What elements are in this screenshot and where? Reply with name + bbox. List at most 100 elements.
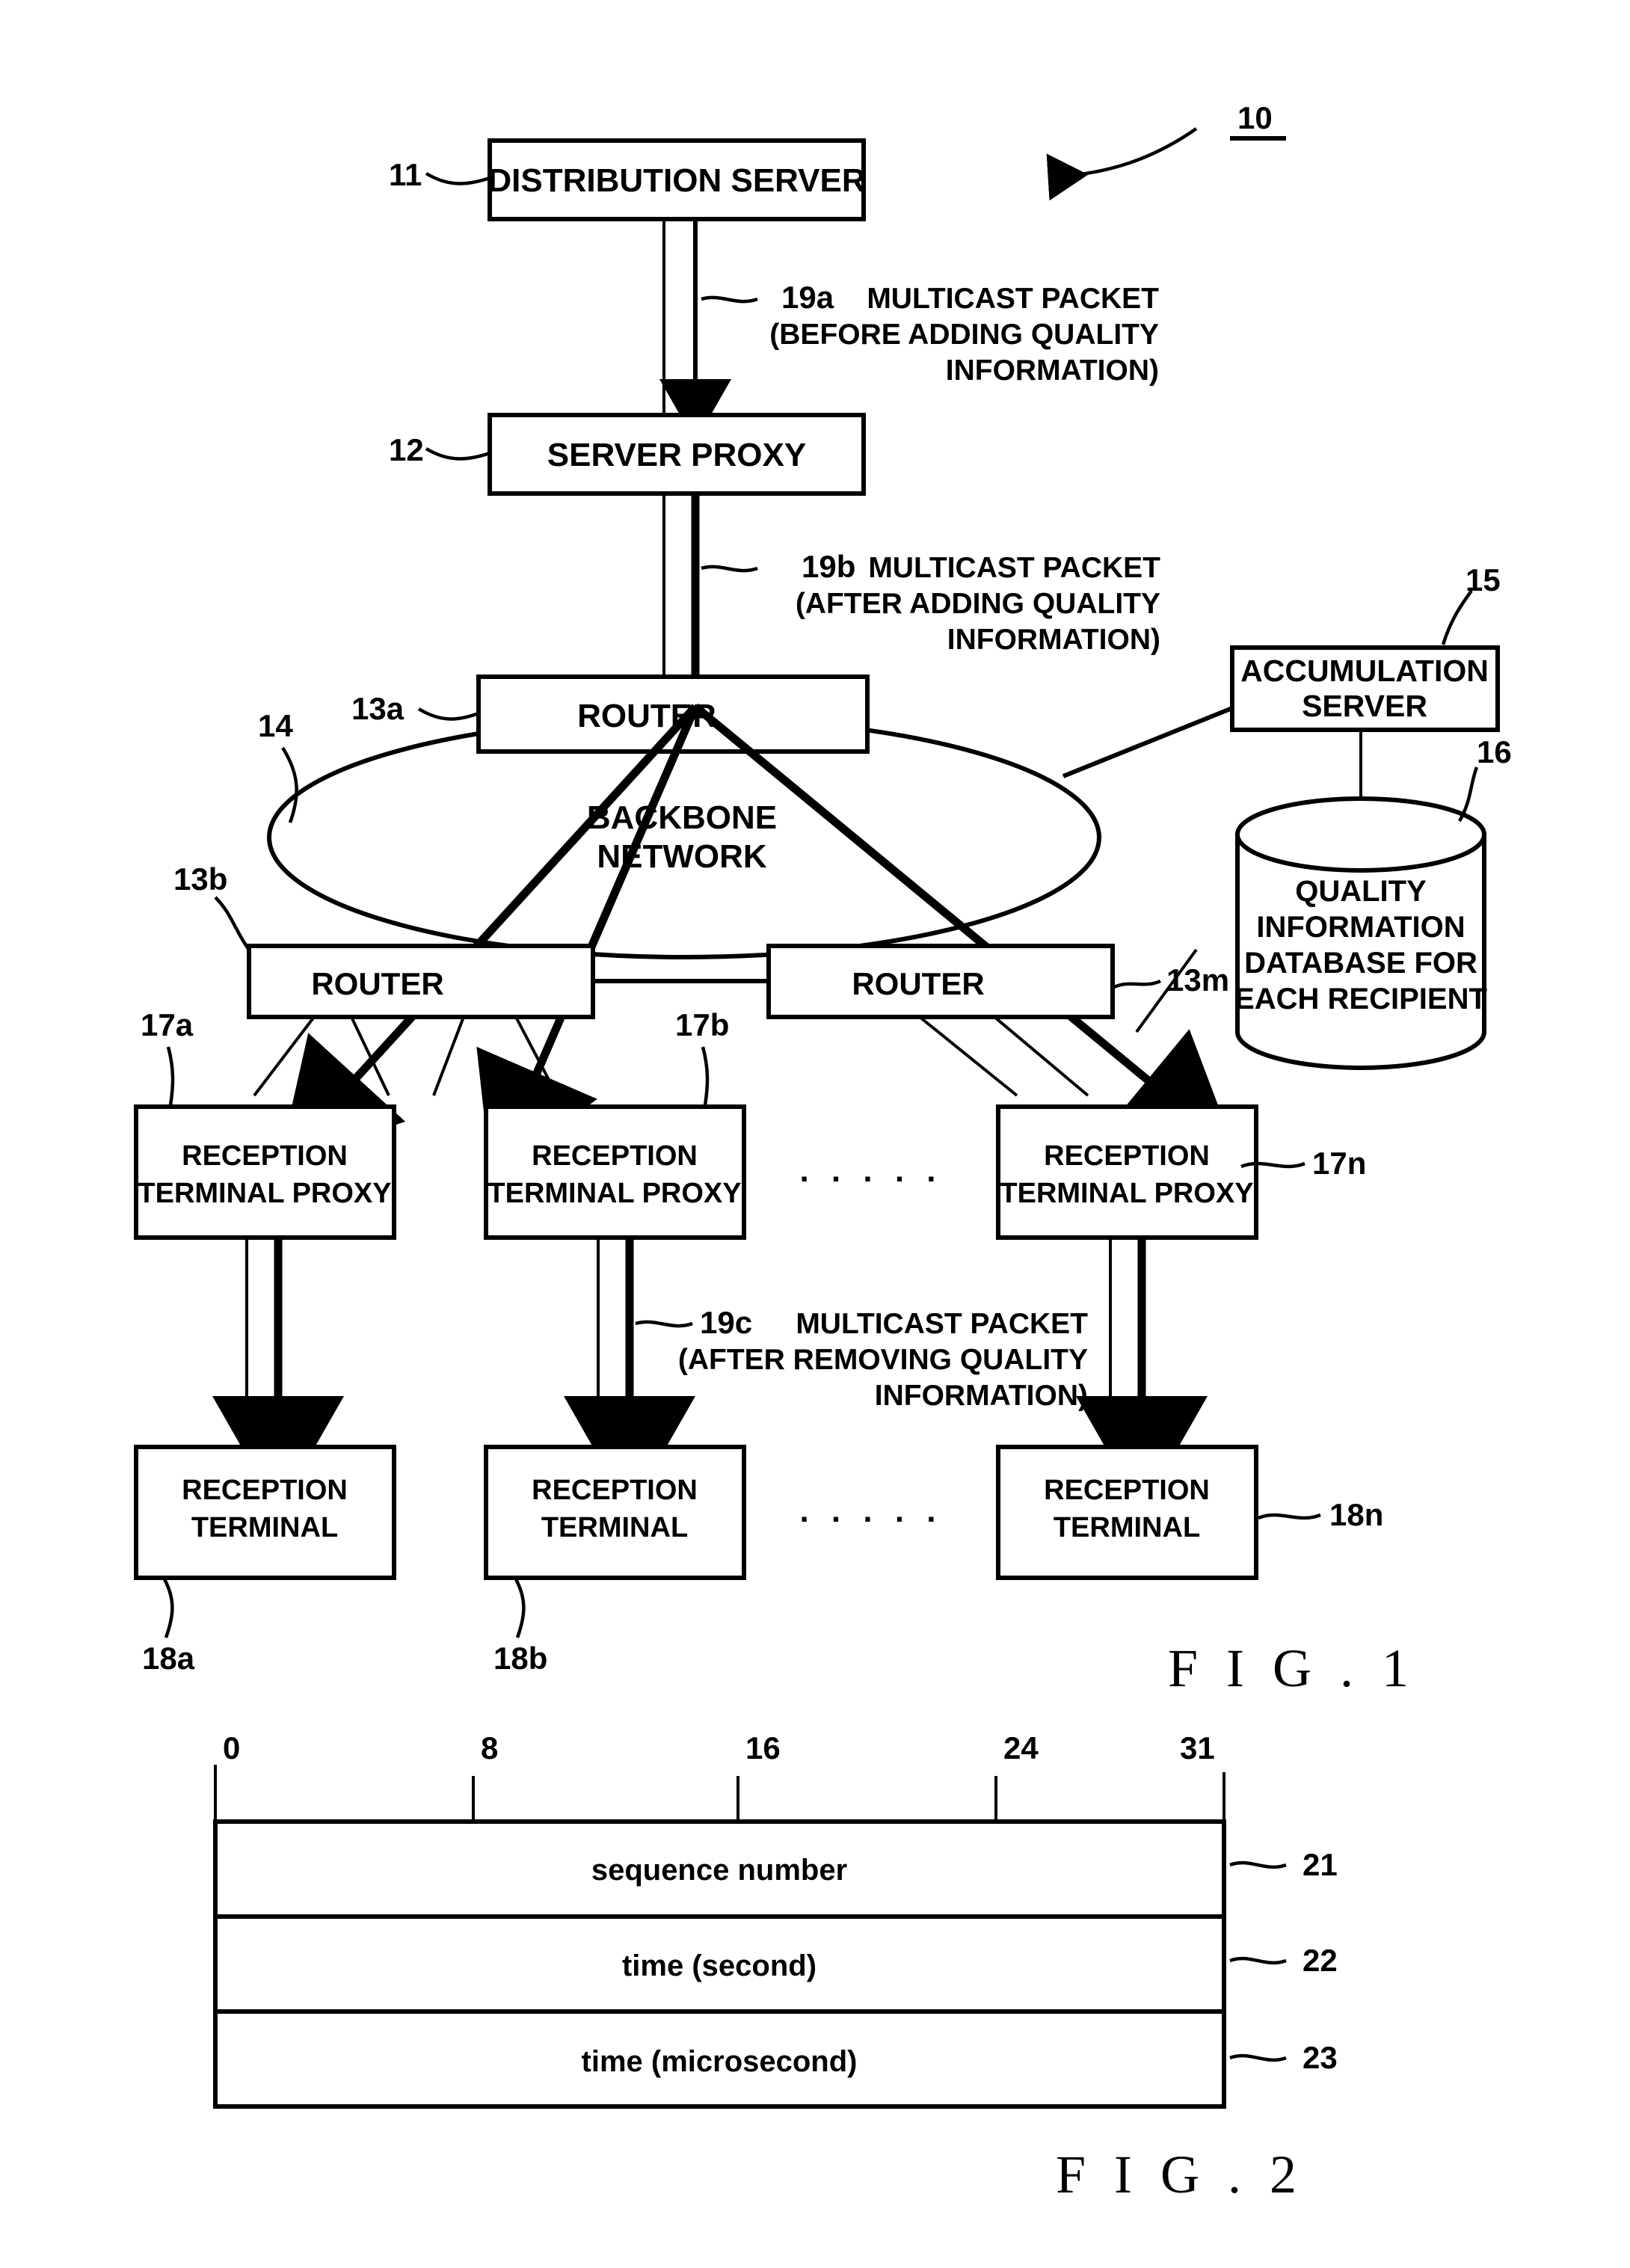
label-quality-db-line1: QUALITY [1295,875,1427,908]
ref-19c: 19c [700,1305,752,1340]
conn-13b-17a-a [253,1015,316,1097]
ref-22: 22 [1303,1943,1338,1978]
label-backbone-network-line1: BACKBONE [587,799,777,836]
row-label-time-microsecond: time (microsecond) [582,2045,858,2078]
lead-15 [1441,589,1473,645]
label-router-left: ROUTER [311,966,443,1001]
ref-17n: 17n [1312,1146,1366,1181]
ref-14: 14 [258,708,293,743]
label-rt-b-line2: TERMINAL [541,1512,688,1543]
label-rt-b-line1: RECEPTION [532,1475,698,1506]
lead-23 [1229,2053,1287,2062]
ref-13a: 13a [351,691,405,726]
label-backbone-network-line2: NETWORK [597,838,767,875]
lead-18b [514,1578,526,1638]
label-quality-db-line3: DATABASE FOR [1244,947,1477,980]
annot-19b-line1: MULTICAST PACKET [868,552,1160,584]
annot-19c-line3: INFORMATION) [875,1380,1088,1412]
lead-17a [166,1046,175,1106]
bit-label-0: 0 [223,1730,240,1765]
ref-19b: 19b [802,549,855,584]
ref-17b: 17b [675,1007,729,1042]
bit-label-8: 8 [481,1730,498,1765]
label-accumulation-server-line2: SERVER [1302,689,1427,723]
node-reception-terminal-proxy-a [134,1104,396,1240]
lead-19b [701,565,758,573]
ellipsis-proxy-row: . . . . . [799,1152,942,1189]
ref-10: 10 [1237,100,1273,135]
ref-19a: 19a [781,280,834,315]
bit-label-16: 16 [745,1730,781,1765]
ref-13m: 13m [1166,962,1229,998]
label-rtp-n-line2: TERMINAL PROXY [1000,1178,1253,1209]
ref-21: 21 [1303,1847,1338,1882]
lead-22 [1229,1956,1287,1965]
node-reception-terminal-proxy-b [484,1104,746,1240]
label-server-proxy: SERVER PROXY [547,437,806,473]
annot-19a-line1: MULTICAST PACKET [867,283,1159,315]
label-distribution-server: DISTRIBUTION SERVER [488,162,865,199]
lead-13b [214,896,250,951]
label-quality-db-line4: EACH RECIPIENT [1234,983,1487,1015]
multicast-branch-left [279,704,699,1163]
bit-label-31: 31 [1180,1730,1215,1765]
ref-18n: 18n [1329,1497,1383,1532]
label-quality-db-line2: INFORMATION [1256,911,1465,944]
lead-11 [425,172,490,185]
ellipsis-terminal-row: . . . . . [799,1493,942,1529]
conn-13m-17n-b [993,1015,1089,1097]
label-rtp-n-line1: RECEPTION [1044,1140,1210,1172]
ref-15: 15 [1466,562,1501,597]
system-ref-lead [1046,127,1198,201]
annot-19c-line1: MULTICAST PACKET [796,1308,1088,1340]
label-rt-n-line1: RECEPTION [1044,1475,1210,1506]
label-rt-a-line1: RECEPTION [182,1475,348,1506]
lead-19a [701,295,758,304]
conn-13m-17n-a [918,1015,1018,1097]
bit-label-24: 24 [1003,1730,1039,1765]
label-router-top: ROUTER [577,698,716,734]
figure1-caption: F I G . 1 [1168,1638,1416,1698]
lead-13m [1113,979,1161,989]
row-label-time-second: time (second) [622,1949,816,1982]
label-router-right: ROUTER [852,966,984,1001]
lead-21 [1229,1860,1287,1869]
annot-19b-line3: INFORMATION) [947,624,1160,656]
lead-19c [635,1320,693,1328]
patent-drawing-sheet: 10 DISTRIBUTION SERVER 11 SERVER PROXY 1… [0,0,1630,2268]
annot-19a-line2: (BEFORE ADDING QUALITY [769,319,1159,351]
lead-18n [1258,1513,1321,1520]
label-rtp-b-line1: RECEPTION [532,1140,698,1172]
row-label-sequence-number: sequence number [591,1854,847,1887]
lead-12 [425,447,490,461]
ref-12: 12 [389,432,424,467]
label-rtp-a-line1: RECEPTION [182,1140,348,1172]
lead-18a [163,1578,174,1638]
label-accumulation-server-line1: ACCUMULATION [1240,654,1489,688]
node-reception-terminal-proxy-n [996,1104,1258,1240]
conn-13b-17a-b [350,1016,390,1096]
figure2-caption: F I G . 2 [1056,2145,1304,2204]
ref-13b: 13b [173,861,227,897]
annot-19a-line3: INFORMATION) [946,354,1159,387]
conn-13b-17b-a [432,1016,465,1096]
link-backbone-accumulation [1062,706,1234,778]
lead-17b [701,1046,710,1106]
ref-18b: 18b [493,1641,547,1676]
label-rtp-a-line2: TERMINAL PROXY [138,1178,391,1209]
database-cylinder-top [1235,796,1486,873]
ref-17a: 17a [141,1007,194,1042]
lead-13a [417,707,479,721]
label-rtp-b-line2: TERMINAL PROXY [488,1178,741,1209]
figures-svg: 10 DISTRIBUTION SERVER 11 SERVER PROXY 1… [134,100,1512,2204]
ref-23: 23 [1303,2040,1338,2075]
ref-11: 11 [389,157,422,192]
label-rt-n-line2: TERMINAL [1054,1512,1200,1543]
ref-18a: 18a [142,1641,195,1676]
annot-19c-line2: (AFTER REMOVING QUALITY [678,1344,1088,1376]
multicast-branch-mid [476,704,700,1179]
ref-16: 16 [1477,734,1512,769]
lead-16 [1458,766,1479,823]
lead-14 [281,746,298,823]
annot-19b-line2: (AFTER ADDING QUALITY [796,588,1160,620]
